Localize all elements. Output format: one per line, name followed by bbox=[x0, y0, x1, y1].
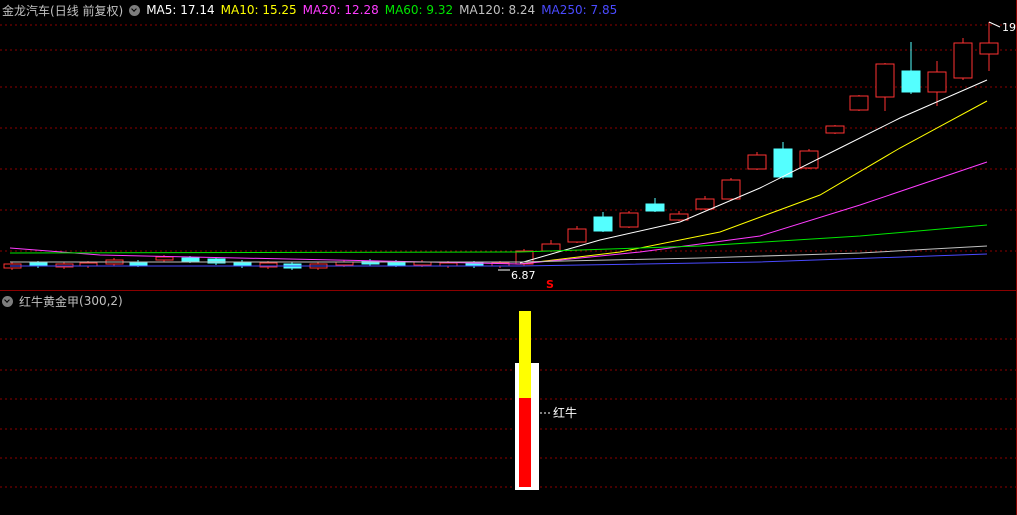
ma120-label: MA120: 8.24 bbox=[459, 3, 536, 17]
low-marker-label: 6.87 bbox=[511, 269, 536, 282]
candlestick-chart[interactable]: 19 6.87 S bbox=[0, 0, 1017, 290]
ma60-label: MA60: 9.32 bbox=[384, 3, 454, 17]
indicator-header: 红牛黄金甲 (300,2) bbox=[2, 293, 129, 309]
ma250-label: MA250: 7.85 bbox=[541, 3, 618, 17]
indicator-params: (300,2) bbox=[79, 294, 123, 308]
yellow-bar bbox=[519, 311, 531, 398]
chevron-down-icon[interactable] bbox=[129, 4, 141, 16]
candle bbox=[541, 243, 561, 252]
ma-line-2 bbox=[9, 161, 988, 265]
period-label: (日线 前复权) bbox=[50, 3, 124, 18]
candle bbox=[155, 256, 174, 261]
candle bbox=[901, 70, 921, 93]
candle bbox=[645, 203, 665, 212]
candle bbox=[181, 257, 200, 262]
candle bbox=[695, 198, 715, 210]
candle bbox=[567, 228, 587, 243]
ma-line-1 bbox=[519, 100, 988, 265]
candle bbox=[849, 95, 869, 111]
indicator-title: 红牛黄金甲 bbox=[19, 294, 80, 309]
candle bbox=[721, 179, 741, 200]
candle bbox=[799, 150, 819, 169]
ma20-label: MA20: 12.28 bbox=[302, 3, 379, 17]
signal-marker: S bbox=[546, 278, 554, 290]
main-header: 金龙汽车 (日线 前复权) MA5: 17.14 MA10: 15.25 MA2… bbox=[2, 2, 623, 18]
chevron-down-icon[interactable] bbox=[2, 295, 13, 307]
ma10-label: MA10: 15.25 bbox=[220, 3, 297, 17]
red-bar bbox=[519, 398, 531, 487]
bar-label: 红牛 bbox=[553, 405, 577, 420]
candle bbox=[927, 71, 947, 93]
candle bbox=[747, 154, 767, 170]
indicator-chart[interactable]: 红牛 bbox=[0, 291, 1017, 515]
candle bbox=[233, 261, 252, 267]
ma5-label: MA5: 17.14 bbox=[146, 3, 215, 17]
ma-line-0 bbox=[519, 79, 988, 264]
candle bbox=[875, 63, 895, 98]
candle bbox=[953, 42, 973, 79]
candle bbox=[619, 212, 639, 228]
candle bbox=[825, 125, 845, 134]
indicator-panel[interactable]: 红牛 红牛黄金甲 (300,2) bbox=[0, 291, 1017, 515]
main-chart-panel[interactable]: 19 6.87 S 金龙汽车 (日线 前复权) MA5: 17.14 MA10: 1… bbox=[0, 0, 1017, 290]
high-marker-label: 19 bbox=[1002, 21, 1016, 34]
stock-title: 金龙汽车 bbox=[2, 3, 51, 18]
candle bbox=[669, 213, 689, 221]
candle bbox=[979, 42, 999, 55]
candle bbox=[593, 216, 613, 232]
ma-line-3 bbox=[9, 224, 988, 254]
